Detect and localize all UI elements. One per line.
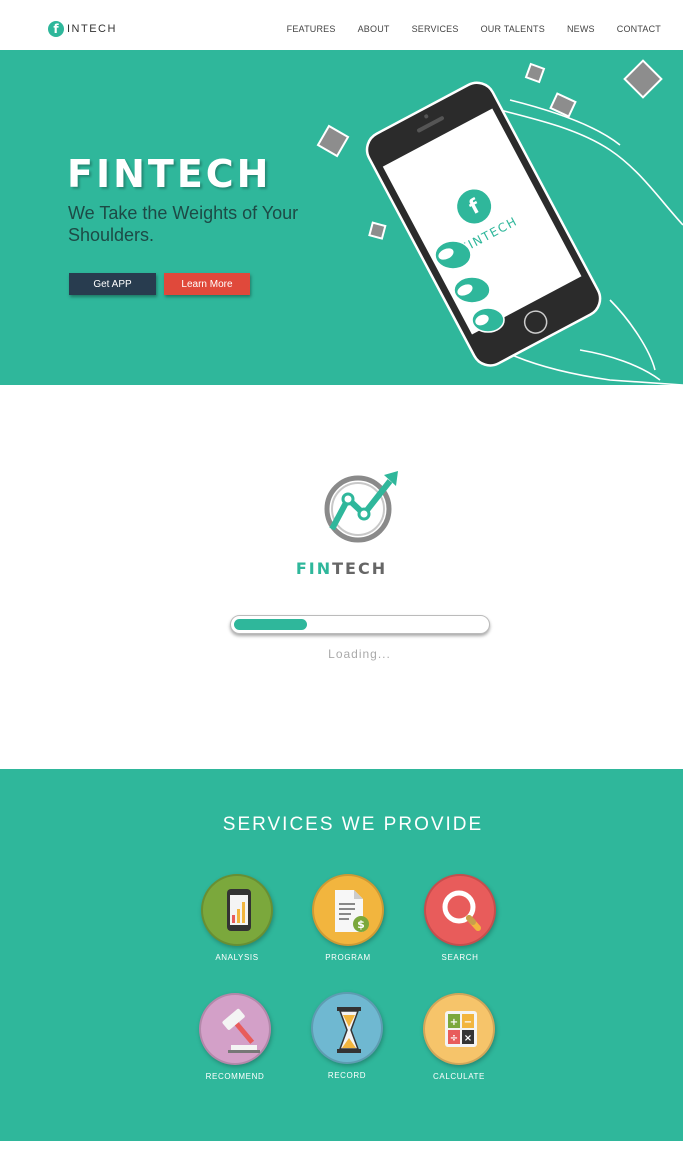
hourglass-icon bbox=[337, 1007, 361, 1053]
services-section: SERVICES WE PROVIDE ANALYSIS $ PROGRAM S… bbox=[0, 769, 683, 1141]
nav-link-our-talents[interactable]: OUR TALENTS bbox=[481, 24, 545, 34]
nav-link-services[interactable]: SERVICES bbox=[412, 24, 459, 34]
growth-chart-logo-icon bbox=[324, 471, 398, 543]
svg-text:−: − bbox=[464, 1017, 472, 1028]
svg-text:+: + bbox=[450, 1017, 458, 1028]
service-calculate[interactable]: + − ÷ × CALCULATE bbox=[409, 993, 509, 1081]
svg-text:$: $ bbox=[357, 918, 365, 931]
site-logo[interactable]: f INTECH bbox=[48, 19, 117, 39]
hand-phone-illustration: f FINTECH bbox=[316, 59, 683, 385]
service-label: CALCULATE bbox=[433, 1072, 485, 1081]
page-bottom-margin bbox=[0, 1141, 683, 1152]
svg-text:×: × bbox=[464, 1033, 472, 1044]
logo-f-icon: f bbox=[48, 21, 64, 37]
nav-link-news[interactable]: NEWS bbox=[567, 24, 595, 34]
brand-tech-text: TECH bbox=[332, 559, 388, 578]
hero-subtitle: We Take the Weights of Your Shoulders. bbox=[68, 203, 299, 245]
service-label: ANALYSIS bbox=[215, 953, 259, 962]
service-analysis-circle bbox=[201, 874, 273, 946]
learn-more-button[interactable]: Learn More bbox=[164, 273, 250, 295]
service-record[interactable]: RECORD bbox=[297, 992, 397, 1080]
loading-section: FINTECH Loading... bbox=[0, 385, 683, 769]
service-recommend[interactable]: RECOMMEND bbox=[185, 993, 285, 1081]
loading-progress-bar bbox=[230, 615, 490, 634]
service-search[interactable]: SEARCH bbox=[410, 874, 510, 962]
logo-text: INTECH bbox=[67, 23, 117, 35]
hero-title: FINTECH bbox=[67, 152, 272, 196]
service-program-circle: $ bbox=[312, 874, 384, 946]
svg-text:÷: ÷ bbox=[450, 1033, 458, 1044]
magnifier-icon bbox=[442, 890, 481, 931]
services-title: SERVICES WE PROVIDE bbox=[222, 814, 484, 835]
nav-link-contact[interactable]: CONTACT bbox=[617, 24, 661, 34]
phone-chart-icon bbox=[227, 889, 251, 931]
main-menu: FEATURES ABOUT SERVICES OUR TALENTS NEWS… bbox=[287, 24, 661, 34]
service-analysis[interactable]: ANALYSIS bbox=[187, 874, 287, 962]
nav-link-about[interactable]: ABOUT bbox=[358, 24, 390, 34]
nav-link-features[interactable]: FEATURES bbox=[287, 24, 336, 34]
document-dollar-icon: $ bbox=[335, 890, 369, 932]
service-label: RECORD bbox=[327, 1071, 367, 1080]
top-navbar: f INTECH FEATURES ABOUT SERVICES OUR TAL… bbox=[0, 0, 683, 50]
service-calculate-circle: + − ÷ × bbox=[423, 993, 495, 1065]
calculator-icon: + − ÷ × bbox=[445, 1011, 477, 1047]
gavel-icon bbox=[222, 1008, 260, 1053]
service-recommend-circle bbox=[199, 993, 271, 1065]
service-search-circle bbox=[424, 874, 496, 946]
service-program[interactable]: $ PROGRAM bbox=[298, 874, 398, 962]
hero-section: FINTECH We Take the Weights of Your Shou… bbox=[0, 50, 683, 385]
loading-brand: FINTECH bbox=[0, 559, 683, 578]
service-record-circle bbox=[311, 992, 383, 1064]
get-app-button[interactable]: Get APP bbox=[69, 273, 156, 295]
service-label: SEARCH bbox=[441, 953, 479, 962]
service-label: RECOMMEND bbox=[205, 1072, 265, 1081]
loading-status-text: Loading... bbox=[328, 647, 391, 661]
loading-progress-fill bbox=[234, 619, 307, 630]
service-label: PROGRAM bbox=[325, 953, 371, 962]
brand-fin-text: FIN bbox=[295, 559, 333, 578]
